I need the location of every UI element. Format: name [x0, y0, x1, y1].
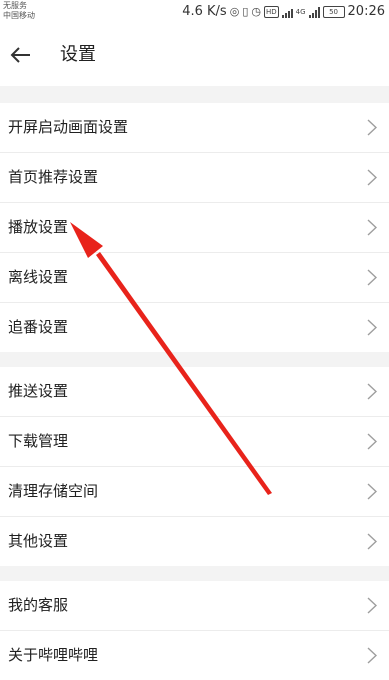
wifi-signal-icon [281, 7, 293, 18]
chevron-right-icon [367, 433, 377, 450]
carrier-name: 中国移动 [3, 11, 35, 20]
settings-item-label: 我的客服 [8, 596, 69, 614]
page-title: 设置 [60, 44, 96, 65]
chevron-right-icon [367, 533, 377, 550]
arrow-left-icon [10, 47, 30, 63]
settings-item-label: 离线设置 [8, 268, 69, 286]
hd-badge: HD [263, 6, 279, 18]
nfc-icon: ◎ [229, 5, 240, 18]
chevron-right-icon [367, 269, 377, 286]
settings-item-label: 清理存储空间 [8, 482, 99, 500]
network-type: 4G [295, 8, 306, 16]
settings-item-label: 开屏启动画面设置 [8, 118, 129, 136]
settings-item-playback[interactable]: 播放设置 [0, 203, 389, 253]
settings-item-label: 播放设置 [8, 218, 69, 236]
status-icons: 4.6 K/s ◎ ▯ ◷ HD 4G 50 20:26 [182, 4, 385, 20]
settings-group-1: 开屏启动画面设置 首页推荐设置 播放设置 离线设置 追番设置 [0, 103, 389, 352]
settings-item-customer-service[interactable]: 我的客服 [0, 581, 389, 631]
clock: 20:26 [347, 4, 385, 19]
settings-item-clear-storage[interactable]: 清理存储空间 [0, 467, 389, 517]
chevron-right-icon [367, 597, 377, 614]
battery-icon: 50 [322, 6, 345, 18]
settings-item-label: 推送设置 [8, 382, 69, 400]
settings-item-follow-anime[interactable]: 追番设置 [0, 303, 389, 352]
settings-item-label: 首页推荐设置 [8, 168, 99, 186]
chevron-right-icon [367, 647, 377, 664]
settings-item-offline[interactable]: 离线设置 [0, 253, 389, 303]
settings-item-other[interactable]: 其他设置 [0, 517, 389, 566]
net-speed: 4.6 K/s [182, 4, 227, 19]
settings-item-label: 其他设置 [8, 532, 69, 550]
settings-item-label: 关于哔哩哔哩 [8, 646, 99, 664]
settings-group-3: 我的客服 关于哔哩哔哩 [0, 581, 389, 680]
settings-item-downloads[interactable]: 下载管理 [0, 417, 389, 467]
back-button[interactable] [10, 38, 40, 72]
carrier-info: 无服务 中国移动 [3, 1, 35, 21]
chevron-right-icon [367, 219, 377, 236]
settings-item-label: 追番设置 [8, 318, 69, 336]
cell-signal-icon [308, 6, 320, 18]
settings-item-label: 下载管理 [8, 432, 69, 450]
settings-group-2: 推送设置 下载管理 清理存储空间 其他设置 [0, 367, 389, 566]
settings-item-about[interactable]: 关于哔哩哔哩 [0, 631, 389, 680]
vibrate-icon: ▯ [242, 5, 249, 18]
chevron-right-icon [367, 169, 377, 186]
app-header: 设置 [0, 24, 389, 86]
settings-item-push[interactable]: 推送设置 [0, 367, 389, 417]
chevron-right-icon [367, 383, 377, 400]
status-bar: 无服务 中国移动 4.6 K/s ◎ ▯ ◷ HD 4G 50 20:26 [0, 0, 389, 24]
settings-item-splash[interactable]: 开屏启动画面设置 [0, 103, 389, 153]
chevron-right-icon [367, 319, 377, 336]
chevron-right-icon [367, 119, 377, 136]
alarm-icon: ◷ [251, 5, 261, 18]
chevron-right-icon [367, 483, 377, 500]
settings-item-home-recommend[interactable]: 首页推荐设置 [0, 153, 389, 203]
carrier-status: 无服务 [3, 1, 27, 10]
